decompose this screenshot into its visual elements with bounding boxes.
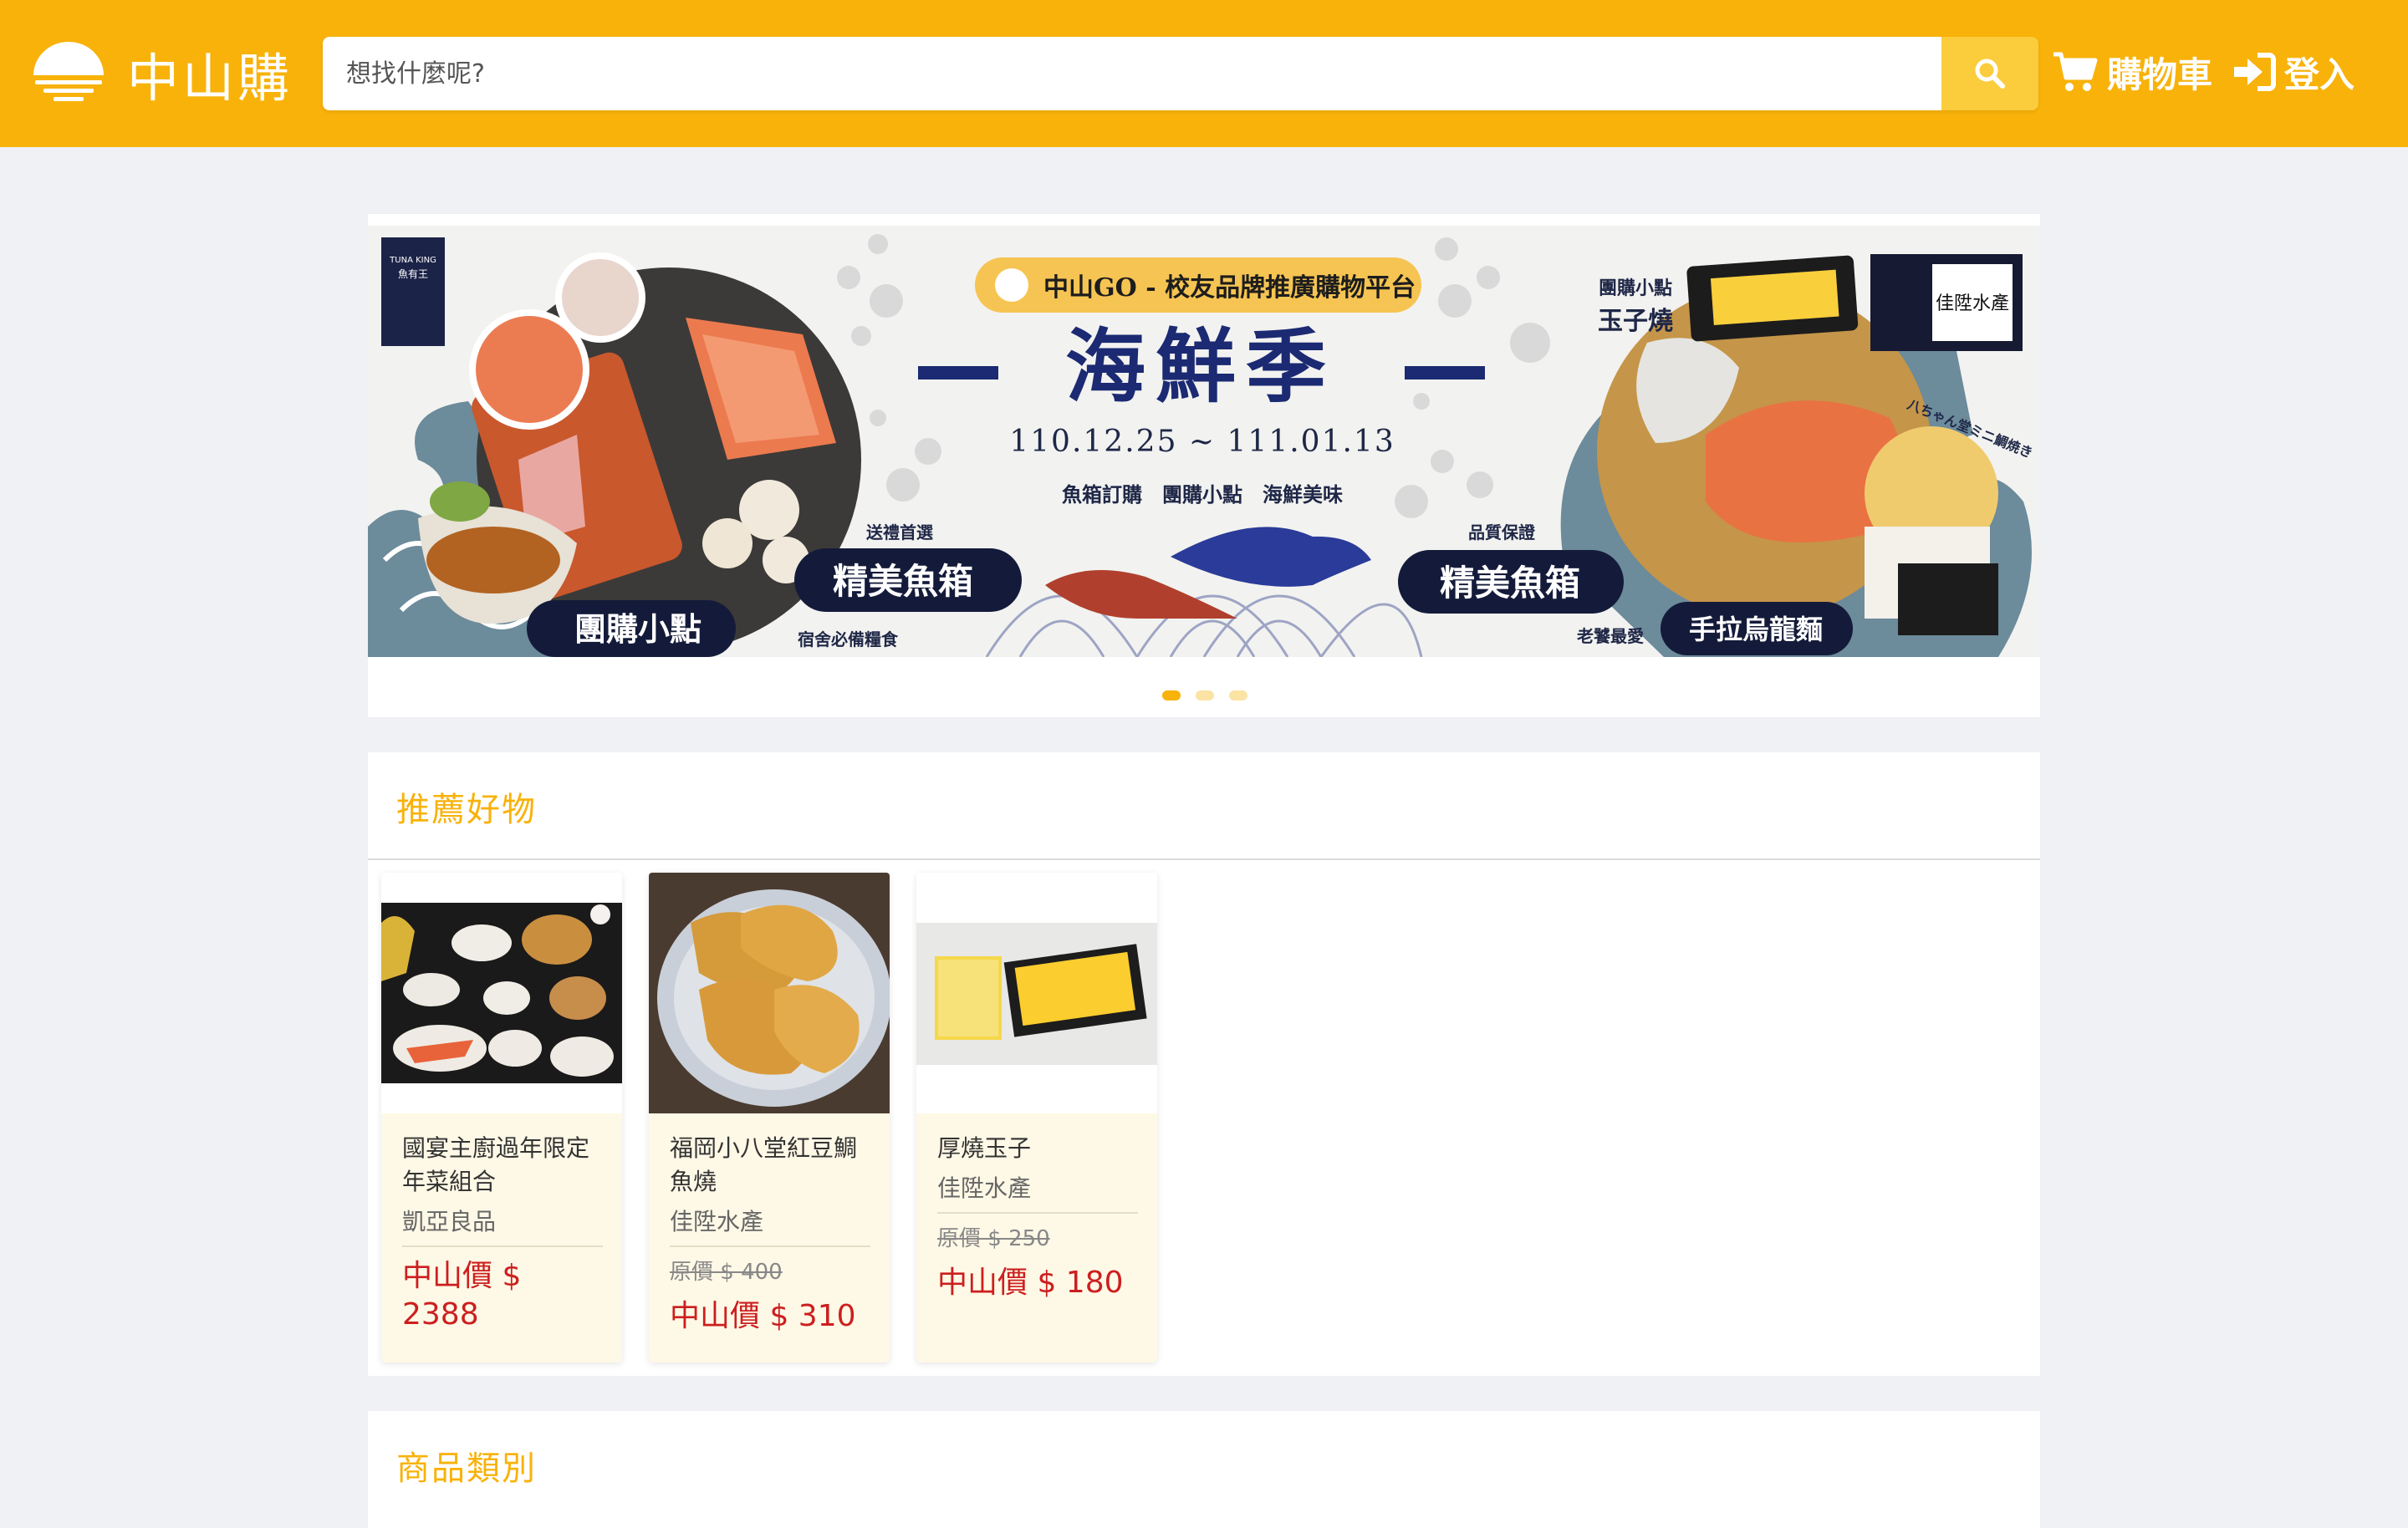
product-price: 中山價 $ 180 xyxy=(937,1266,1124,1300)
svg-text:團購小點: 團購小點 xyxy=(574,610,701,648)
top-navbar: 中山購 購物車 登入 xyxy=(0,0,2408,147)
svg-text:團購小點: 團購小點 xyxy=(1599,278,1672,299)
product-price: 中山價 $ 310 xyxy=(670,1299,856,1333)
scallop-image xyxy=(562,259,639,336)
search-button[interactable] xyxy=(1941,37,2038,110)
banquet-dishes-image xyxy=(381,903,622,1083)
product-card[interactable]: 國宴主廚過年限定年菜組合 凱亞良品 中山價 $ 2388 xyxy=(381,873,622,1362)
svg-text:送禮首選: 送禮首選 xyxy=(866,522,933,542)
sign-in-icon xyxy=(2234,53,2276,91)
product-brand: 佳陞水產 xyxy=(937,1174,1032,1202)
recommended-section: 推薦好物 國宴主廚過年限定年菜組合 凱亞良品 中山價 $ 2388 福岡小八堂紅… xyxy=(368,752,2040,1376)
svg-text:玉子燒: 玉子燒 xyxy=(1598,307,1673,336)
shopping-cart-icon xyxy=(2053,52,2098,91)
banner-date-range: 110.12.25 ~ 111.01.13 xyxy=(1009,425,1395,459)
svg-text:老饕最愛: 老饕最愛 xyxy=(1577,626,1644,646)
tamagoyaki-tray-image xyxy=(916,923,1157,1065)
svg-text:品質保證: 品質保證 xyxy=(1468,522,1536,542)
svg-text:手拉烏龍麵: 手拉烏龍麵 xyxy=(1689,614,1823,645)
carousel-dot-3[interactable] xyxy=(1229,690,1247,700)
card-divider xyxy=(670,1245,870,1247)
svg-text:精美魚箱: 精美魚箱 xyxy=(833,561,973,602)
svg-text:TUNA KING: TUNA KING xyxy=(389,256,436,265)
svg-text:宿舍必備糧食: 宿舍必備糧食 xyxy=(798,629,899,649)
seafood-season-banner-image: TUNA KING 魚有王 中山GO - 校友品牌推廣購物平台 海鮮季 110.… xyxy=(368,226,2040,657)
tuna-king-logo xyxy=(381,237,445,346)
card-divider xyxy=(402,1245,603,1247)
badge-text: 中山GO - 校友品牌推廣購物平台 xyxy=(1043,273,1416,303)
product-brand: 佳陞水產 xyxy=(670,1208,764,1235)
cart-label: 購物車 xyxy=(2107,53,2213,95)
cart-link[interactable]: 購物車 xyxy=(2052,47,2212,97)
sunrise-logo-icon xyxy=(33,42,104,101)
product-name[interactable]: 國宴主廚過年限定年菜組合 xyxy=(402,1132,603,1199)
carousel-dot-1[interactable] xyxy=(1162,690,1181,700)
svg-text:佳陞水產: 佳陞水產 xyxy=(1936,293,2009,314)
taiyaki-plate-image xyxy=(649,873,890,1113)
salmon-slices-image xyxy=(476,316,583,423)
product-price: 中山價 $ 2388 xyxy=(402,1259,522,1332)
card-divider xyxy=(937,1212,1138,1214)
product-card[interactable]: 厚燒玉子 佳陞水產 原價 $ 250 中山價 $ 180 xyxy=(916,873,1157,1362)
section-divider xyxy=(368,858,2040,860)
banner-subtitle: 魚箱訂購 團購小點 海鮮美味 xyxy=(1062,482,1343,507)
categories-section: 商品類別 xyxy=(368,1411,2040,1528)
product-name[interactable]: 厚燒玉子 xyxy=(937,1132,1138,1165)
logo-text: 中山購 xyxy=(127,48,293,109)
svg-text:魚有王: 魚有王 xyxy=(398,268,428,280)
product-original-price: 原價 $ 250 xyxy=(937,1226,1050,1251)
carousel-dot-2[interactable] xyxy=(1196,690,1214,700)
product-original-price: 原價 $ 400 xyxy=(670,1260,783,1285)
product-image[interactable] xyxy=(916,873,1157,1113)
site-logo[interactable]: 中山購 xyxy=(32,38,293,109)
svg-text:精美魚箱: 精美魚箱 xyxy=(1440,563,1580,604)
section-title-recommended: 推薦好物 xyxy=(396,791,537,829)
banner-headline: 海鮮季 xyxy=(1065,320,1336,414)
section-title-categories: 商品類別 xyxy=(396,1449,537,1488)
product-card[interactable]: 福岡小八堂紅豆鯛魚燒 佳陞水產 原價 $ 400 中山價 $ 310 xyxy=(649,873,890,1362)
login-link[interactable]: 登入 xyxy=(2232,47,2354,97)
product-image[interactable] xyxy=(649,873,890,1113)
product-name[interactable]: 福岡小八堂紅豆鯛魚燒 xyxy=(670,1132,870,1199)
search-input[interactable] xyxy=(323,37,1941,110)
search-bar xyxy=(323,37,2038,110)
product-image[interactable] xyxy=(381,873,622,1113)
product-brand: 凱亞良品 xyxy=(402,1208,497,1235)
login-label: 登入 xyxy=(2284,53,2355,95)
promo-carousel[interactable]: TUNA KING 魚有王 中山GO - 校友品牌推廣購物平台 海鮮季 110.… xyxy=(368,214,2040,717)
banner-slide[interactable]: TUNA KING 魚有王 中山GO - 校友品牌推廣購物平台 海鮮季 110.… xyxy=(368,226,2040,657)
search-icon xyxy=(1975,59,2005,89)
